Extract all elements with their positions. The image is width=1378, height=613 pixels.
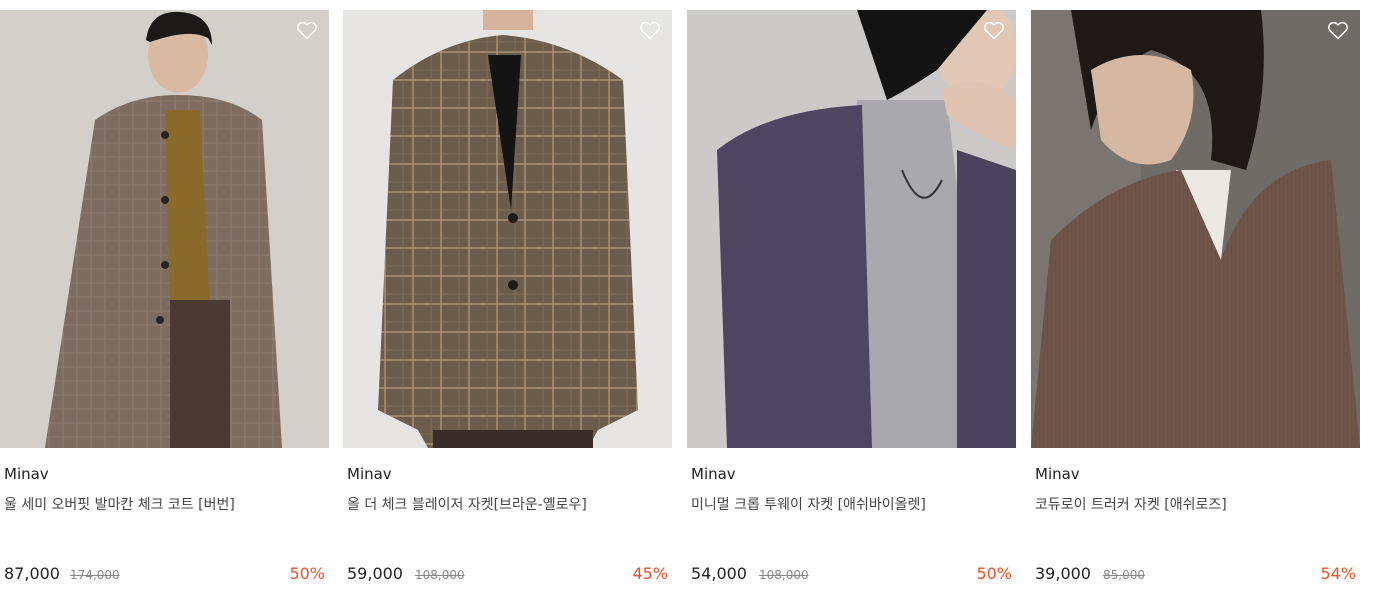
product-image[interactable] [687,10,1016,448]
sale-price: 54,000 [691,564,747,583]
price-row: 39,000 85,000 54% [1035,564,1356,586]
wishlist-heart-icon[interactable] [1326,18,1350,42]
product-name[interactable]: 올 더 체크 블레이저 자켓[브라운-옐로우] [347,494,587,514]
original-price: 85,000 [1103,568,1145,582]
discount-rate: 50% [289,564,325,583]
product-brand[interactable]: Minav [347,465,392,483]
price-row: 59,000 108,000 45% [347,564,668,586]
price-row: 54,000 108,000 50% [691,564,1012,586]
discount-rate: 50% [976,564,1012,583]
sale-price: 39,000 [1035,564,1091,583]
product-card[interactable]: Minav 올 더 체크 블레이저 자켓[브라운-옐로우] 59,000 108… [343,10,672,583]
product-brand[interactable]: Minav [691,465,736,483]
product-image[interactable] [0,10,329,448]
sale-price: 87,000 [4,564,60,583]
product-card[interactable]: Minav 미니멀 크롭 투웨이 자켓 [애쉬바이올렛] 54,000 108,… [687,10,1016,583]
wishlist-heart-icon[interactable] [638,18,662,42]
sale-price: 59,000 [347,564,403,583]
product-brand[interactable]: Minav [1035,465,1080,483]
product-image[interactable] [1031,10,1360,448]
discount-rate: 45% [632,564,668,583]
product-photo-corduroy-jacket [1031,10,1360,448]
original-price: 108,000 [759,568,809,582]
product-photo-coat [0,10,329,448]
product-name[interactable]: 울 세미 오버핏 발마칸 체크 코트 [버번] [4,494,235,514]
product-brand[interactable]: Minav [4,465,49,483]
discount-rate: 54% [1320,564,1356,583]
price-row: 87,000 174,000 50% [4,564,325,586]
wishlist-heart-icon[interactable] [982,18,1006,42]
product-card[interactable]: Minav 울 세미 오버핏 발마칸 체크 코트 [버번] 87,000 174… [0,10,329,583]
wishlist-heart-icon[interactable] [295,18,319,42]
product-name[interactable]: 코듀로이 트러커 자켓 [애쉬로즈] [1035,494,1227,514]
product-photo-jacket [687,10,1016,448]
product-grid: Minav 울 세미 오버핏 발마칸 체크 코트 [버번] 87,000 174… [0,0,1378,613]
product-card[interactable]: Minav 코듀로이 트러커 자켓 [애쉬로즈] 39,000 85,000 5… [1031,10,1360,583]
original-price: 108,000 [415,568,465,582]
original-price: 174,000 [70,568,120,582]
product-photo-blazer [343,10,672,448]
product-image[interactable] [343,10,672,448]
product-name[interactable]: 미니멀 크롭 투웨이 자켓 [애쉬바이올렛] [691,494,926,514]
